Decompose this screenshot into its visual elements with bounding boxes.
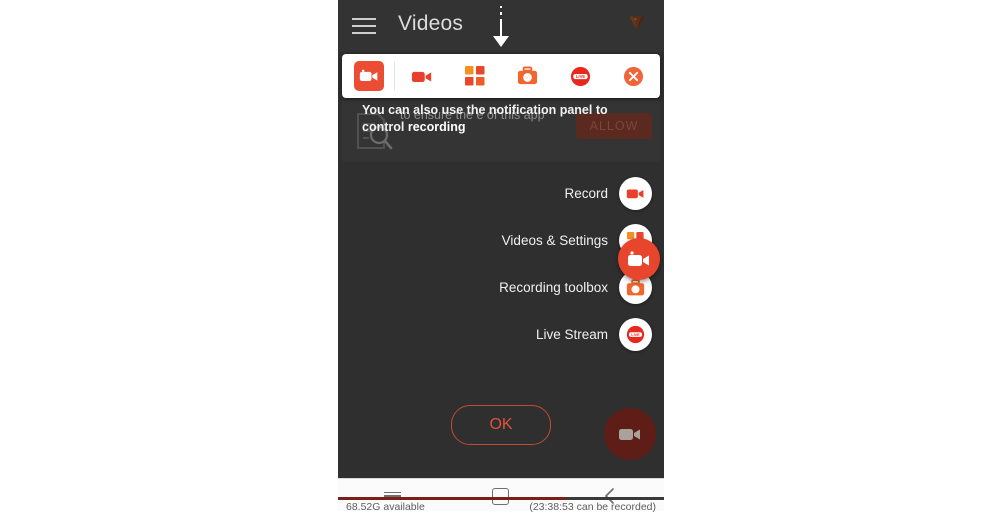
fab-menu: Record Videos & Settings Recording toolb… [338,170,664,358]
down-arrow-icon [488,2,514,50]
video-camera-icon [619,429,640,440]
nav-line [383,491,401,494]
svg-text:LIVE: LIVE [576,74,586,79]
grid-icon [464,66,484,86]
coach-mark-text-before: You can also use the notification panel … [362,103,608,134]
close-circle-icon [623,66,644,86]
video-camera-icon [628,250,649,266]
toolbar-item-record[interactable] [395,54,448,98]
main-fab-expanded[interactable] [618,238,660,280]
hamburger-icon[interactable] [352,16,376,36]
menu-item-live-stream[interactable]: Live Stream LIVE [338,311,664,358]
menu-item-recording-toolbox[interactable]: Recording toolbox [338,264,664,311]
storage-available-label: 68.52G available [346,501,425,513]
record-fab-background[interactable] [604,408,656,460]
video-camera-icon [411,71,431,82]
storage-recordable-label: (23:38:53 can be recorded) [529,501,656,513]
toolbar-item-app-record-tile[interactable] [342,54,395,98]
menu-item-label: Recording toolbox [499,280,608,295]
toolbar-item-live-stream[interactable]: LIVE [554,54,607,98]
coach-mark-text: You can also use the notification panel … [362,102,652,136]
menu-item-videos-settings[interactable]: Videos & Settings [338,217,664,264]
page-title: Videos [398,12,464,35]
live-badge-icon: LIVE [570,66,591,86]
gem-icon[interactable] [624,10,650,36]
menu-item-label: Record [564,186,608,201]
toolbar-item-recording-toolbox[interactable] [501,54,554,98]
storage-progress-track [338,497,664,500]
screenshot-root: Videos LIVE to ensure the e of this app … [0,0,1000,520]
quick-toolbar: LIVE [342,54,660,98]
video-camera-icon[interactable] [619,177,652,210]
coach-mark-highlight: recording [407,120,466,134]
live-badge-icon[interactable]: LIVE [619,318,652,351]
toolbar-item-close[interactable] [607,54,660,98]
storage-progress-fill [338,497,567,500]
toolbar-item-videos-settings[interactable] [448,54,501,98]
svg-text:LIVE: LIVE [631,333,640,337]
video-camera-tile-icon [353,61,384,91]
storage-status-row: 68.52G available (23:38:53 can be record… [338,501,664,518]
phone-screen: Videos LIVE to ensure the e of this app … [338,0,664,520]
menu-item-record[interactable]: Record [338,170,664,217]
menu-item-label: Videos & Settings [501,233,608,248]
menu-item-label: Live Stream [535,327,608,342]
toolbox-icon [517,66,538,85]
ok-button[interactable]: OK [451,405,551,445]
